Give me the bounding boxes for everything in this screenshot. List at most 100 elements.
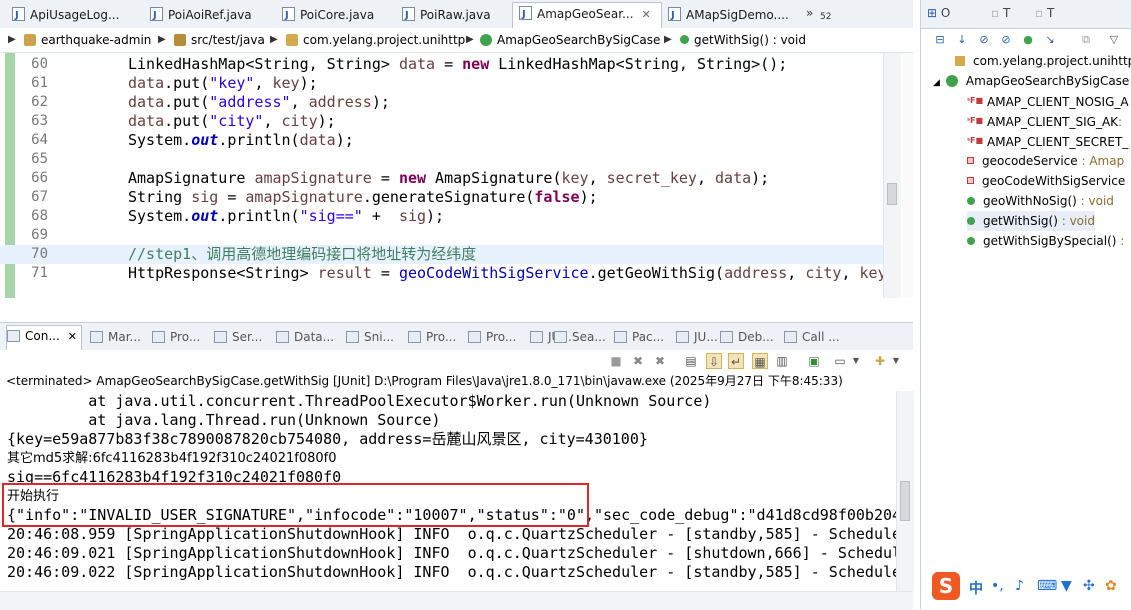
hide-fields-icon[interactable]: ⊘ (977, 33, 991, 47)
code-line[interactable]: 67 String sig = amapSignature.generateSig… (0, 188, 883, 207)
hide-local-types-icon[interactable]: ↘ (1043, 33, 1057, 47)
console-horizontal-scrollbar[interactable] (0, 591, 913, 610)
view-tab[interactable]: Pro... (152, 327, 200, 347)
editor-tab-amapsigdemo[interactable]: AMapSigDemo.... (662, 4, 802, 28)
tab-task[interactable]: ▫ T (1035, 6, 1054, 20)
editor-vertical-scrollbar[interactable] (883, 53, 901, 298)
code-line[interactable]: 64 System.out.println(data); (0, 131, 883, 150)
code-line[interactable]: 69 (0, 226, 883, 245)
view-tab[interactable]: Ser... (214, 327, 262, 347)
view-tab[interactable]: Deb... (720, 327, 774, 347)
chevron-down-icon[interactable]: ▼ (888, 353, 904, 369)
editor-tab-apiusagelog[interactable]: ApiUsageLog... (6, 4, 144, 28)
code-line[interactable]: 61 data.put("key", key); (0, 74, 883, 93)
toolbox-icon[interactable]: ✣ (1083, 578, 1095, 594)
close-tab-icon[interactable]: ✕ (68, 330, 77, 343)
breadcrumb-source-folder[interactable]: src/test/java (174, 28, 265, 52)
ime-logo[interactable]: S (932, 572, 960, 600)
breadcrumb-package[interactable]: com.yelang.project.unihttp (286, 28, 465, 52)
more-icon[interactable]: ✿ (1105, 578, 1117, 594)
chevron-down-icon[interactable]: ▼ (848, 353, 864, 369)
tree-item-member[interactable]: ˢF■ AMAP_CLIENT_SECRET_ (967, 131, 1128, 151)
display-console-icon[interactable]: ▭ (832, 353, 848, 369)
tab-outline[interactable]: ⊞ O (927, 6, 950, 20)
breadcrumb-class[interactable]: AmapGeoSearchBySigCase (480, 28, 660, 52)
code-token: ); (299, 74, 318, 92)
editor-tab-poicore[interactable]: PoiCore.java (276, 4, 394, 28)
editor-tab-poiaoiref[interactable]: PoiAoiRef.java (144, 4, 276, 28)
member-type: : Amap (1077, 154, 1125, 168)
view-tab[interactable]: Data... (276, 327, 334, 347)
terminate-icon[interactable]: ■ (608, 353, 624, 369)
editor-tab-amapgeosearch[interactable]: AmapGeoSear... ✕ (512, 2, 662, 29)
code-line[interactable]: 62 data.put("address", address); (0, 93, 883, 112)
console-scroll-thumb[interactable] (900, 481, 910, 521)
tabs-overflow-icon[interactable]: » (806, 6, 813, 20)
tree-item-member[interactable]: getWithSig() : void (967, 211, 1095, 231)
microphone-icon[interactable]: ♪ (1015, 578, 1024, 594)
view-tab[interactable]: Mar... (90, 327, 141, 347)
code-editor[interactable]: 60 LinkedHashMap<String, String> data = n… (0, 53, 913, 298)
show-on-output-icon[interactable]: ▦ (752, 353, 768, 369)
type-hierarchy-icon: ▫ (991, 6, 1000, 20)
show-on-error-icon[interactable]: ▥ (774, 353, 790, 369)
view-tab-icon (614, 331, 627, 343)
ime-language-toggle[interactable]: 中 (969, 578, 983, 598)
collapse-all-icon[interactable]: ⊟ (933, 33, 947, 47)
code-line[interactable]: 60 LinkedHashMap<String, String> data = n… (0, 55, 883, 74)
view-tab[interactable]: Con... ✕ (6, 325, 82, 351)
code-token: , (787, 264, 806, 282)
view-tab[interactable]: Call ... (784, 327, 840, 347)
remove-launch-icon[interactable]: ✖ (630, 353, 646, 369)
view-tab-icon (530, 331, 543, 343)
tree-item-member[interactable]: geoWithNoSig() : void (967, 191, 1114, 211)
clear-console-icon[interactable]: ▤ (683, 353, 699, 369)
static-final-field-icon: ˢF■ (967, 136, 984, 145)
code-line[interactable]: 66 AmapSignature amapSignature = new Amap… (0, 169, 883, 188)
keyboard-icon[interactable]: ⌨ (1037, 578, 1057, 594)
view-tab[interactable]: Sni... (346, 327, 394, 347)
close-tab-icon[interactable]: ✕ (642, 8, 651, 21)
open-console-icon[interactable]: ✚ (872, 353, 888, 369)
view-tab[interactable]: Pro... (468, 327, 516, 347)
console-vertical-scrollbar[interactable] (896, 391, 914, 591)
hide-nonpublic-icon[interactable]: ● (1021, 33, 1035, 47)
scroll-lock-icon[interactable]: ⇩ (706, 353, 722, 369)
code-token: = (435, 55, 463, 73)
tab-type-hierarchy[interactable]: ▫ T (991, 6, 1010, 20)
tree-item-member[interactable]: getWithSigBySpecial() : (967, 231, 1124, 251)
view-tab[interactable]: Pro... (408, 327, 456, 347)
code-text: data.put("city", city); (128, 112, 336, 131)
word-wrap-icon[interactable]: ↵ (728, 353, 744, 369)
tabs-overflow-count[interactable]: 52 (820, 12, 831, 22)
remove-all-terminated-icon[interactable]: ✖ (652, 353, 668, 369)
ime-punctuation-toggle[interactable]: •, (991, 578, 1004, 594)
tree-item-package[interactable]: com.yelang.project.unihttp (955, 51, 1131, 71)
outline-icon: ⊞ (927, 6, 938, 20)
link-with-editor-icon[interactable]: ⧉ (1079, 33, 1093, 47)
editor-scroll-thumb[interactable] (887, 183, 897, 205)
view-tab[interactable]: Pac... (614, 327, 664, 347)
hide-static-icon[interactable]: ⊘ (999, 33, 1013, 47)
skin-icon[interactable]: ▼ (1061, 578, 1072, 594)
tree-item-member[interactable]: ˢF■ AMAP_CLIENT_NOSIG_A (967, 91, 1129, 111)
tree-item-member[interactable]: geocodeService : Amap (967, 151, 1124, 171)
project-icon (24, 34, 36, 46)
tree-item-member[interactable]: geoCodeWithSigService (967, 171, 1125, 191)
code-line[interactable]: 71 HttpResponse<String> result = geoCodeW… (0, 264, 886, 283)
pin-console-icon[interactable]: ▣ (806, 353, 822, 369)
code-line[interactable]: 65 (0, 150, 883, 169)
code-line[interactable]: 63 data.put("city", city); (0, 112, 883, 131)
breadcrumb-method[interactable]: getWithSig() : void (680, 28, 806, 52)
editor-tab-poiraw[interactable]: PoiRaw.java (396, 4, 512, 28)
view-tab[interactable]: Sea... (554, 327, 606, 347)
tree-item-class[interactable]: ◢ AmapGeoSearchBySigCase (933, 71, 1129, 91)
view-tab[interactable]: JU... (676, 327, 718, 347)
sort-icon[interactable]: ↓ (955, 33, 969, 47)
code-line[interactable]: 68 System.out.println("sig==" + sig); (0, 207, 883, 226)
tree-item-member[interactable]: ˢF■ AMAP_CLIENT_SIG_AK: (967, 111, 1122, 131)
view-menu-icon[interactable]: ▽ (1107, 33, 1121, 47)
breadcrumb-project[interactable]: earthquake-admin (24, 28, 151, 52)
code-line[interactable]: 70 //step1、调用高德地理编码接口将地址转为经纬度 (0, 245, 883, 264)
source-folder-icon (174, 34, 186, 46)
